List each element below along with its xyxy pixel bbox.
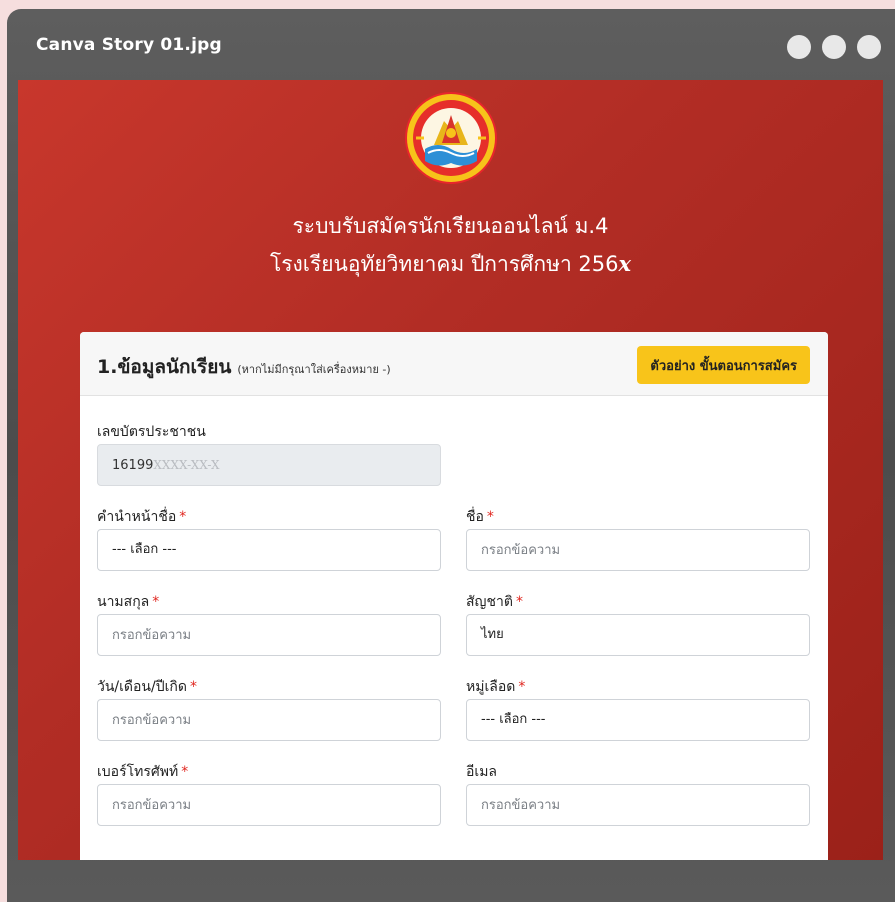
card-title-text: 1.ข้อมูลนักเรียน (97, 356, 232, 378)
nationality-label: สัญชาติ * (466, 591, 523, 613)
prefix-select[interactable]: --- เลือก --- (97, 529, 441, 571)
dob-label-text: วัน/เดือน/ปีเกิด (97, 679, 187, 695)
blood-group-label: หมู่เลือด * (466, 676, 525, 698)
phone-label-text: เบอร์โทรศัพท์ (97, 764, 179, 780)
window-title: Canva Story 01.jpg (36, 35, 222, 55)
window-controls (787, 35, 881, 59)
app-window: Canva Story 01.jpg ระบบรับสมัครนักเรียนอ… (7, 9, 895, 902)
card-note: (หากไม่มีกรุณาใส่เครื่องหมาย -) (237, 363, 391, 376)
surname-label-text: นามสกุล (97, 594, 150, 610)
title-bar: Canva Story 01.jpg (7, 9, 895, 81)
name-label-text: ชื่อ (466, 509, 484, 525)
card-header: 1.ข้อมูลนักเรียน (หากไม่มีกรุณาใส่เครื่อง… (80, 332, 828, 396)
id-card-field[interactable]: 16199XXXX-XX-X (97, 444, 441, 486)
heading-line-2-text: โรงเรียนอุทัยวิทยาคม ปีการศึกษา 256 (269, 252, 619, 276)
name-label: ชื่อ * (466, 506, 494, 528)
required-mark: * (179, 509, 187, 525)
surname-input[interactable] (97, 614, 441, 656)
blood-group-select[interactable]: --- เลือก --- (466, 699, 810, 741)
name-input[interactable] (466, 529, 810, 571)
required-mark: * (515, 594, 523, 610)
required-mark: * (486, 509, 494, 525)
student-info-card: 1.ข้อมูลนักเรียน (หากไม่มีกรุณาใส่เครื่อง… (80, 332, 828, 860)
id-card-mask: XXXX-XX-X (153, 458, 220, 472)
dob-label: วัน/เดือน/ปีเกิด * (97, 676, 197, 698)
surname-label: นามสกุล * (97, 591, 159, 613)
id-card-value: 16199 (112, 458, 154, 473)
heading-year-placeholder: x (618, 251, 632, 276)
required-mark: * (189, 679, 197, 695)
phone-input[interactable] (97, 784, 441, 826)
blood-group-label-text: หมู่เลือด (466, 679, 516, 695)
id-card-label: เลขบัตรประชาชน (97, 424, 206, 440)
example-steps-button[interactable]: ตัวอย่าง ขั้นตอนการสมัคร (637, 346, 810, 384)
dob-input[interactable] (97, 699, 441, 741)
prefix-label: คำนำหน้าชื่อ * (97, 506, 186, 528)
nationality-label-text: สัญชาติ (466, 594, 513, 610)
card-title: 1.ข้อมูลนักเรียน (หากไม่มีกรุณาใส่เครื่อง… (97, 352, 391, 382)
email-input[interactable] (466, 784, 810, 826)
page-content: ระบบรับสมัครนักเรียนออนไลน์ ม.4 โรงเรียน… (18, 80, 883, 860)
phone-label: เบอร์โทรศัพท์ * (97, 761, 188, 783)
required-mark: * (518, 679, 526, 695)
nationality-input[interactable]: ไทย (466, 614, 810, 656)
page-heading-line-2: โรงเรียนอุทัยวิทยาคม ปีการศึกษา 256x (18, 248, 883, 281)
school-seal-logo-icon (405, 92, 497, 184)
window-control-dot-3[interactable] (857, 35, 881, 59)
page-heading-line-1: ระบบรับสมัครนักเรียนออนไลน์ ม.4 (292, 214, 609, 238)
prefix-label-text: คำนำหน้าชื่อ (97, 509, 177, 525)
required-mark: * (181, 764, 189, 780)
window-control-dot-2[interactable] (822, 35, 846, 59)
required-mark: * (152, 594, 160, 610)
window-control-dot-1[interactable] (787, 35, 811, 59)
email-label: อีเมล (466, 764, 498, 780)
